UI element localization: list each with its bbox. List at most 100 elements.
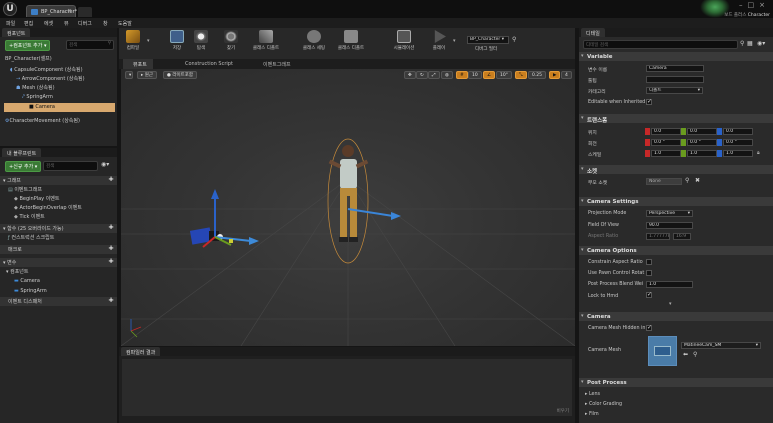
mesh-hidden-checkbox[interactable]: [646, 324, 652, 331]
document-tab[interactable]: BP_Character* ×: [26, 5, 77, 17]
components-search-input[interactable]: 검색 ⚲: [66, 40, 114, 50]
lighting-button[interactable]: ● 라이트포함: [163, 71, 198, 79]
debug-search-icon[interactable]: ⚲: [512, 36, 516, 43]
view-options-icon[interactable]: ◉▾: [101, 161, 113, 169]
category-variables[interactable]: ▾ 변수 +: [0, 257, 117, 267]
scale-x[interactable]: 1.0: [651, 150, 681, 157]
socket-search-icon[interactable]: ⚲: [685, 177, 689, 184]
menu-window[interactable]: 창: [103, 20, 108, 27]
add-component-button[interactable]: +컴포넌트 추가 ▾: [5, 40, 51, 51]
pp-color-grading[interactable]: ▸ Color Grading: [585, 402, 622, 407]
event-beginplay[interactable]: ◆ BeginPlay 이벤트: [14, 195, 60, 202]
component-editor-button[interactable]: 클래스 디폴트: [247, 29, 285, 51]
translate-tool-button[interactable]: ✥: [404, 71, 416, 79]
visibility-icon[interactable]: ◉▾: [757, 40, 765, 47]
close-tab-icon[interactable]: ×: [68, 8, 72, 14]
pawn-rotation-checkbox[interactable]: [646, 270, 652, 276]
constrain-checkbox[interactable]: [646, 259, 652, 265]
add-variable-icon[interactable]: +: [108, 257, 114, 265]
section-camera-options[interactable]: Camera Options: [579, 246, 773, 255]
clear-button[interactable]: 비우기: [557, 408, 569, 414]
add-macro-icon[interactable]: +: [108, 244, 114, 252]
tab-event-graph[interactable]: 이벤트그래프: [253, 59, 297, 69]
components-subcategory[interactable]: ▾ 컴포넌트: [6, 268, 29, 275]
mesh-thumbnail[interactable]: [648, 336, 677, 366]
scale-y[interactable]: 1.0: [687, 150, 717, 157]
compile-dropdown-icon[interactable]: ▾: [147, 38, 150, 44]
blend-weight-input[interactable]: 1.0: [646, 281, 693, 288]
lock-icon[interactable]: 🔒︎: [757, 150, 760, 156]
tree-root[interactable]: BP_Character(셀프): [5, 55, 52, 62]
browse-button[interactable]: 탐색: [190, 29, 212, 51]
tree-item-camera[interactable]: ■ Camera: [4, 103, 115, 112]
tab-viewport[interactable]: 뷰포트: [123, 59, 153, 69]
menu-debug[interactable]: 디버그: [78, 20, 92, 27]
fov-input[interactable]: 90.0: [646, 222, 693, 229]
blueprint-search-input[interactable]: 검색: [43, 161, 98, 171]
save-button[interactable]: 저장: [166, 29, 188, 51]
simulation-button[interactable]: 시뮬레이션: [387, 29, 421, 51]
viewport-options-button[interactable]: ▾: [125, 71, 133, 79]
rotation-x[interactable]: 0.0 °: [651, 139, 681, 146]
tree-item-arrow[interactable]: → ArrowComponent (상속됨): [16, 75, 85, 82]
add-dispatcher-icon[interactable]: +: [108, 296, 114, 304]
scale-snap-value[interactable]: 0.25: [528, 71, 547, 79]
category-macros[interactable]: 매크로 +: [0, 244, 117, 254]
debug-filter-select[interactable]: BP_Character ▾: [467, 36, 509, 44]
category-select[interactable]: 디폴트 ▾: [646, 87, 703, 94]
play-dropdown-icon[interactable]: ▾: [453, 38, 456, 44]
rot-snap-toggle[interactable]: ∠: [483, 71, 496, 79]
location-x[interactable]: 0.0: [651, 128, 681, 135]
rot-snap-value[interactable]: 10°: [496, 71, 512, 79]
grid-snap-value[interactable]: 10: [468, 71, 482, 79]
editable-checkbox[interactable]: [646, 98, 652, 105]
section-camera[interactable]: Camera: [579, 312, 773, 321]
property-matrix-icon[interactable]: ▦: [747, 40, 753, 47]
play-button[interactable]: 플레이: [427, 29, 451, 51]
parent-socket-value[interactable]: None: [646, 178, 682, 185]
add-graph-icon[interactable]: +: [108, 175, 114, 183]
variable-springarm[interactable]: ▬ SpringArm: [14, 288, 47, 294]
category-dispatchers[interactable]: 이벤트 디스패처 +: [0, 296, 117, 306]
section-variable[interactable]: Variable: [579, 52, 773, 61]
world-local-button[interactable]: ◍: [441, 71, 453, 79]
scale-snap-toggle[interactable]: ⤡: [515, 71, 527, 79]
section-sockets[interactable]: 소켓: [579, 165, 773, 175]
event-tick[interactable]: ◆ Tick 이벤트: [14, 213, 45, 220]
clear-socket-icon[interactable]: ✖: [695, 177, 700, 184]
viewport[interactable]: ▾ ▸ 원근 ● 라이트포함 ✥ ↻ ⤢ ◍ # 10 ∠ 10° ⤡ 0.25…: [121, 69, 575, 346]
compile-button[interactable]: 컴파일: [122, 29, 144, 51]
new-tab-button[interactable]: [78, 7, 92, 17]
grid-snap-toggle[interactable]: #: [456, 71, 468, 79]
rotate-tool-button[interactable]: ↻: [416, 71, 428, 79]
section-camera-settings[interactable]: Camera Settings: [579, 197, 773, 206]
browse-asset-icon[interactable]: ⚲: [693, 351, 697, 358]
add-new-button[interactable]: +신규 추가 ▾: [5, 161, 42, 172]
projection-select[interactable]: Perspective ▾: [646, 210, 693, 217]
pp-lens[interactable]: ▸ Lens: [585, 392, 600, 397]
lock-hmd-checkbox[interactable]: [646, 291, 652, 298]
location-z[interactable]: 0.0: [723, 128, 753, 135]
camera-speed-toggle[interactable]: ▶: [549, 71, 561, 79]
add-function-icon[interactable]: +: [108, 223, 114, 231]
section-post-process[interactable]: Post Process: [579, 378, 773, 387]
scale-z[interactable]: 1.0: [723, 150, 753, 157]
mesh-select[interactable]: MatineeCam_SM ▾: [681, 342, 761, 349]
use-selected-icon[interactable]: ⬅: [683, 351, 688, 358]
section-transform[interactable]: 트랜스폼: [579, 114, 773, 124]
category-graphs[interactable]: ▾ 그래프 +: [0, 175, 117, 185]
class-defaults-button[interactable]: 클래스 디폴트: [333, 29, 369, 51]
tree-item-movement[interactable]: ⚙CharacterMovement (상속됨): [5, 117, 80, 124]
event-graph-item[interactable]: ▤ 이벤트그래프: [8, 186, 42, 193]
class-settings-button[interactable]: 클래스 세팅: [297, 29, 331, 51]
find-button[interactable]: 찾기: [220, 29, 242, 51]
variable-camera[interactable]: ▬ Camera: [14, 278, 40, 284]
pp-film[interactable]: ▸ Film: [585, 412, 599, 417]
details-search-icon[interactable]: ⚲: [740, 40, 744, 47]
rotation-y[interactable]: 0.0 °: [687, 139, 717, 146]
expand-advanced-icon[interactable]: ▾: [669, 301, 672, 307]
rotation-z[interactable]: 0.0 °: [723, 139, 753, 146]
tree-item-springarm[interactable]: ⤤ SpringArm: [22, 94, 53, 100]
perspective-button[interactable]: ▸ 원근: [137, 71, 157, 79]
menu-view[interactable]: 뷰: [64, 20, 69, 27]
